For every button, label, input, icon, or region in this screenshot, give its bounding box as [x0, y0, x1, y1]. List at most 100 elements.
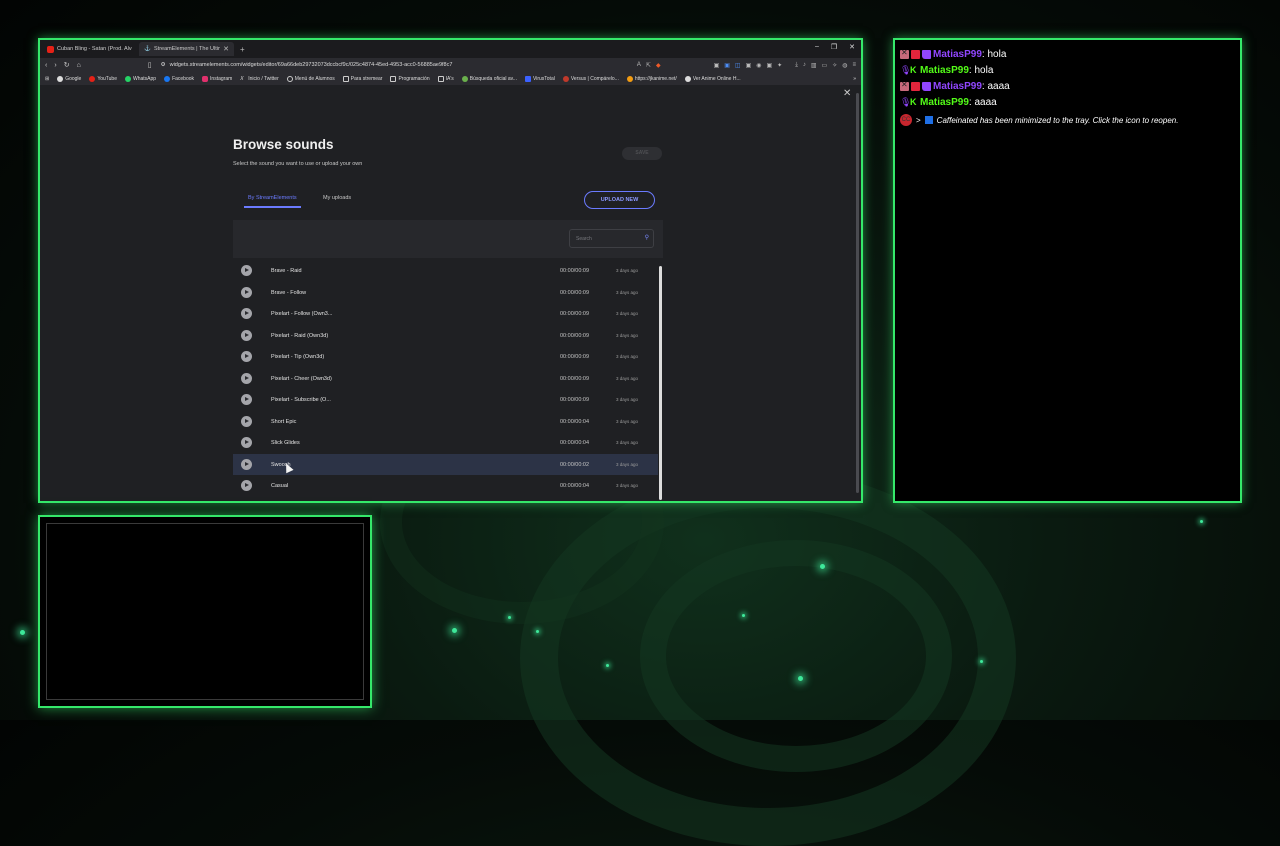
- close-window-icon[interactable]: ✕: [849, 43, 855, 51]
- play-icon[interactable]: [241, 351, 252, 362]
- bookmark-folder[interactable]: IA's: [437, 75, 454, 82]
- brave-shield-icon[interactable]: ◆: [656, 62, 661, 69]
- play-icon[interactable]: [241, 480, 252, 491]
- bookmark-facebook[interactable]: Facebook: [164, 75, 194, 82]
- x-icon: X: [240, 75, 244, 82]
- bookmarks-overflow-icon[interactable]: »: [853, 76, 856, 82]
- facebook-icon: [164, 75, 171, 82]
- apps-icon[interactable]: ⊞: [45, 76, 49, 82]
- sound-row[interactable]: Pixelart - Raid (Own3d) 00:00/00:09 3 da…: [233, 325, 658, 346]
- browser-tab[interactable]: Cuban Bling - Satan (Prod. Alvo Lov...: [42, 42, 137, 56]
- home-icon[interactable]: ⌂: [77, 62, 81, 69]
- sound-age: 3 days ago: [616, 268, 639, 273]
- sound-row[interactable]: Pixelart - Tip (Own3d) 00:00/00:09 3 day…: [233, 346, 658, 367]
- extension-icon[interactable]: ✦: [777, 62, 782, 69]
- sound-age: 3 days ago: [616, 440, 639, 445]
- play-icon[interactable]: [241, 286, 252, 298]
- sound-name: Pixelart - Tip (Own3d): [271, 354, 325, 360]
- maximize-icon[interactable]: ❐: [831, 43, 837, 51]
- play-icon[interactable]: [241, 329, 252, 341]
- bookmark-anime[interactable]: Ver Anime Online H...: [684, 75, 741, 82]
- play-icon[interactable]: [241, 265, 252, 276]
- extension-icon[interactable]: ◫: [735, 62, 741, 69]
- play-icon[interactable]: [241, 308, 252, 319]
- site-info-icon[interactable]: ⚙: [161, 62, 166, 68]
- profile-icon[interactable]: ◍: [842, 62, 847, 69]
- extension-icon[interactable]: ▣: [746, 62, 752, 69]
- sound-row[interactable]: Pixelart - Cheer (Own3d) 00:00/00:09 3 d…: [233, 368, 658, 389]
- menu-icon[interactable]: ≡: [852, 62, 856, 69]
- system-text: Caffeinated has been minimized to the tr…: [936, 115, 1179, 125]
- bookmark-virustotal[interactable]: VirusTotal: [524, 75, 555, 82]
- sparkle: [508, 616, 511, 619]
- bookmark-busqueda[interactable]: Búsqueda oficial av...: [461, 75, 517, 82]
- address-bar[interactable]: ⚙ widgets.streamelements.com/widgets/edi…: [159, 60, 630, 71]
- sound-row[interactable]: Short Epic 00:00/00:04 3 days ago: [233, 411, 658, 432]
- forward-icon[interactable]: ›: [54, 62, 56, 69]
- page-scrollbar[interactable]: [856, 93, 859, 493]
- search-placeholder: Search: [576, 236, 592, 242]
- sound-name: Slick Glides: [271, 440, 300, 446]
- save-button[interactable]: SAVE: [622, 147, 662, 160]
- upload-new-button[interactable]: UPLOAD NEW: [584, 191, 655, 209]
- bookmark-jkanime[interactable]: https://jkanime.net/: [626, 75, 677, 82]
- sound-name: Pixelart - Subscribe (O...: [271, 397, 331, 403]
- bookmark-twitter[interactable]: X Inicio / Twitter: [240, 76, 278, 82]
- sound-row[interactable]: Brave - Raid 00:00/00:09 3 days ago: [233, 263, 658, 281]
- tab-by-streamelements[interactable]: By StreamElements: [248, 195, 297, 201]
- sound-row[interactable]: Pixelart - Subscribe (O... 00:00/00:09 3…: [233, 389, 658, 410]
- search-panel: Search ⚲: [233, 220, 663, 258]
- reload-icon[interactable]: ↻: [64, 61, 70, 69]
- kick-icon: K: [910, 65, 917, 75]
- anime-site-icon: [684, 75, 691, 82]
- sound-duration: 00:00/00:04: [560, 483, 590, 489]
- bookmark-menu-alumnos[interactable]: Menú de Alumnos: [286, 75, 335, 82]
- search-icon[interactable]: ⚲: [645, 234, 649, 241]
- play-icon[interactable]: [241, 394, 252, 405]
- close-icon[interactable]: ✕: [843, 88, 851, 99]
- sidebar-icon[interactable]: ▥: [811, 62, 817, 69]
- sound-row[interactable]: Slick Glides 00:00/00:04 3 days ago: [233, 432, 658, 453]
- new-tab-button[interactable]: +: [240, 45, 245, 54]
- play-icon[interactable]: [241, 415, 252, 427]
- play-icon[interactable]: [241, 458, 252, 470]
- search-input[interactable]: Search ⚲: [569, 229, 654, 248]
- extension-icon[interactable]: ▣: [714, 62, 720, 69]
- bookmark-folder[interactable]: Para stremear: [342, 75, 382, 82]
- chat-text: : hola: [968, 65, 994, 76]
- sound-row[interactable]: Casual 00:00/00:04 3 days ago: [233, 475, 658, 496]
- sparkle: [980, 660, 983, 663]
- sound-row-selected[interactable]: Swoosh 00:00/00:02 3 days ago: [233, 453, 658, 475]
- bookmark-google[interactable]: Google: [57, 75, 81, 82]
- extension-icon[interactable]: ▣: [724, 62, 730, 69]
- bookmark-versus[interactable]: Versus | Compárelo...: [562, 75, 619, 82]
- extension-icon[interactable]: ▣: [767, 62, 773, 69]
- play-icon[interactable]: [241, 372, 252, 384]
- bookmark-instagram[interactable]: Instagram: [202, 75, 232, 82]
- chat-username: MatiasP99: [920, 97, 969, 108]
- minimize-icon[interactable]: –: [815, 43, 819, 51]
- play-icon[interactable]: [241, 437, 252, 448]
- media-icon[interactable]: ♪: [803, 62, 806, 69]
- folder-icon: [437, 75, 444, 82]
- translate-icon[interactable]: A: [637, 62, 641, 69]
- bookmark-page-icon[interactable]: ▯: [148, 61, 152, 69]
- download-icon[interactable]: ⤓: [795, 62, 798, 69]
- sound-row[interactable]: Brave - Follow 00:00/00:09 3 days ago: [233, 282, 658, 303]
- bookmark-whatsapp[interactable]: WhatsApp: [124, 75, 156, 82]
- tab-my-uploads[interactable]: My uploads: [323, 195, 351, 201]
- sound-row[interactable]: Pixelart - Follow (Own3... 00:00/00:09 3…: [233, 303, 658, 324]
- broadcaster-badge-icon: [911, 50, 920, 59]
- bookmark-folder[interactable]: Programación: [390, 75, 430, 82]
- info-icon: [924, 116, 933, 124]
- leo-icon[interactable]: ✧: [832, 62, 837, 69]
- sound-age: 3 days ago: [616, 397, 639, 402]
- list-scrollbar[interactable]: [659, 266, 662, 500]
- wallet-icon[interactable]: ▭: [822, 62, 828, 69]
- share-icon[interactable]: ⇱: [646, 62, 651, 69]
- back-icon[interactable]: ‹: [45, 62, 47, 69]
- bookmark-youtube[interactable]: YouTube: [89, 75, 117, 82]
- extension-icon[interactable]: ◉: [756, 62, 761, 69]
- close-tab-icon[interactable]: ✕: [223, 45, 229, 53]
- browser-tab-active[interactable]: ⚓ StreamElements | The Ultimate S... ✕: [139, 42, 234, 56]
